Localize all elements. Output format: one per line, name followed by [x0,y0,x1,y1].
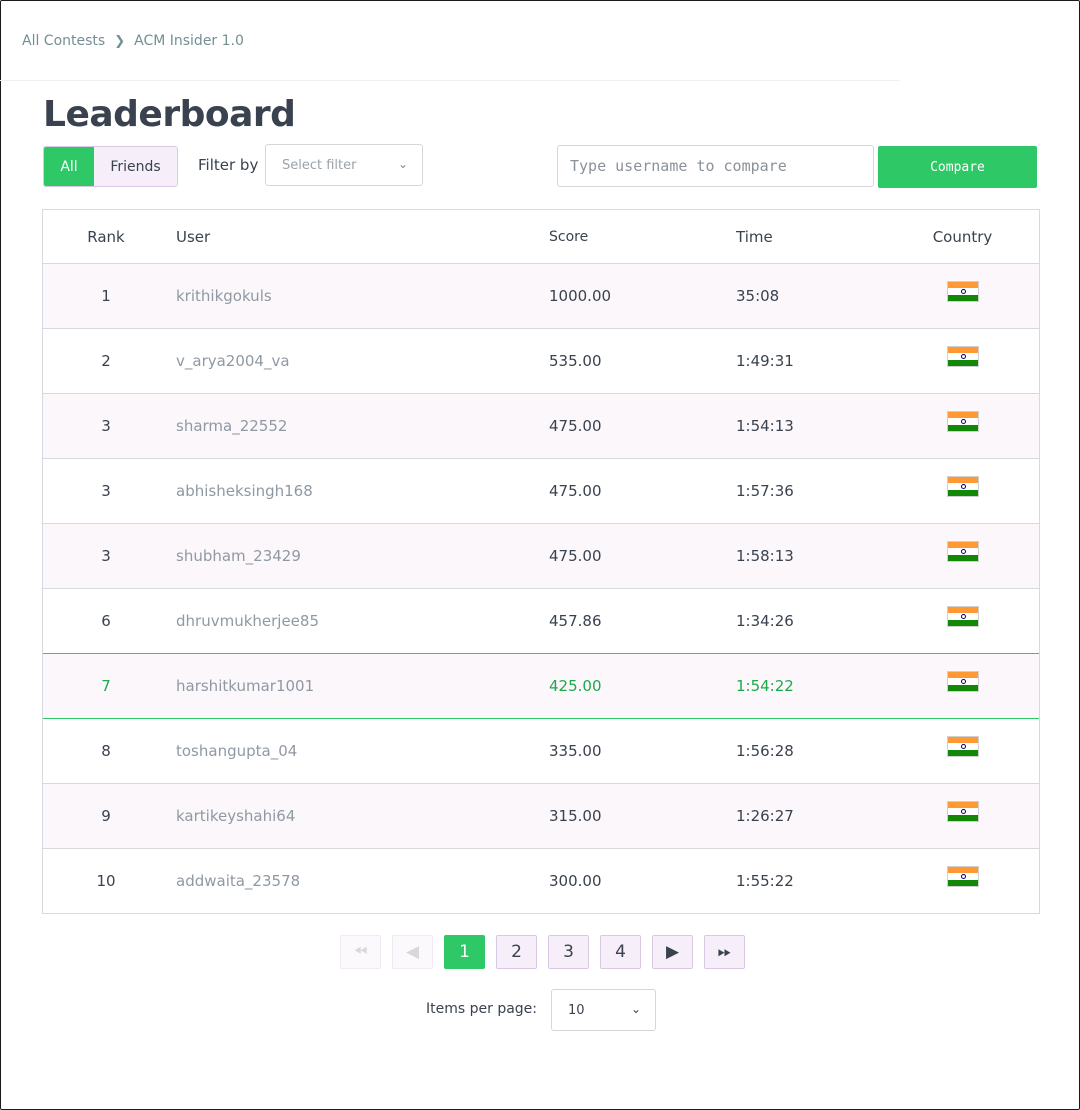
india-flag-icon [946,866,979,887]
india-flag-icon [946,476,979,497]
items-per-page-select[interactable]: 10 ⌄ [551,989,656,1031]
row-rank: 8 [101,742,111,760]
row-score: 535.00 [549,352,602,370]
compare-button[interactable]: Compare [878,146,1037,188]
scope-toggle: All Friends [43,146,178,187]
row-rank: 6 [101,612,111,630]
header-score: Score [549,228,589,245]
row-time: 1:58:13 [736,547,794,565]
row-time: 1:54:13 [736,417,794,435]
row-rank: 1 [101,287,111,305]
row-rank: 7 [101,677,111,695]
pagination: ⏪︎ ◀︎ 1 2 3 4 ▶︎ ⏩︎ [340,935,756,969]
india-flag-icon [946,346,979,367]
chevron-right-icon: ▶︎ [665,942,680,962]
table-row-current-user: 7 harshitkumar1001 425.00 1:54:22 [43,653,1039,719]
india-flag-icon [946,281,979,302]
row-score: 475.00 [549,482,602,500]
row-rank: 3 [101,482,111,500]
chevron-down-icon: ⌄ [630,1002,641,1016]
chevron-down-icon: ⌄ [397,157,408,171]
filter-select-placeholder: Select filter [282,157,357,173]
toggle-friends-button[interactable]: Friends [94,147,177,186]
table-row: 10 addwaita_23578 300.00 1:55:22 [43,849,1039,914]
row-user-link[interactable]: sharma_22552 [169,417,549,435]
india-flag-icon [946,801,979,822]
row-rank: 3 [101,547,111,565]
row-user-link[interactable]: dhruvmukherjee85 [169,612,549,630]
items-per-page-value: 10 [568,1002,585,1018]
row-user-link[interactable]: v_arya2004_va [169,352,549,370]
row-score: 315.00 [549,807,602,825]
row-time: 1:56:28 [736,742,794,760]
header-country: Country [932,227,993,246]
row-score: 457.86 [549,612,602,630]
row-user-link[interactable]: krithikgokuls [169,287,549,305]
table-row: 2 v_arya2004_va 535.00 1:49:31 [43,329,1039,394]
table-row: 6 dhruvmukherjee85 457.86 1:34:26 [43,589,1039,654]
row-time: 1:34:26 [736,612,794,630]
toggle-all-button[interactable]: All [44,147,94,186]
compare-username-input[interactable] [557,145,874,187]
filter-select[interactable]: Select filter ⌄ [265,144,423,186]
row-score: 335.00 [549,742,602,760]
row-score: 300.00 [549,872,602,890]
row-time: 1:26:27 [736,807,794,825]
india-flag-icon [946,541,979,562]
page-button-1[interactable]: 1 [444,935,485,969]
row-user-link[interactable]: harshitkumar1001 [169,677,549,695]
india-flag-icon [946,671,979,692]
last-page-button[interactable]: ⏩︎ [704,935,745,969]
india-flag-icon [946,736,979,757]
filter-label: Filter by [198,156,259,174]
india-flag-icon [946,411,979,432]
row-rank: 9 [101,807,111,825]
row-user-link[interactable]: shubham_23429 [169,547,549,565]
double-chevron-right-icon: ⏩︎ [717,942,732,962]
row-rank: 3 [101,417,111,435]
first-page-button[interactable]: ⏪︎ [340,935,381,969]
row-user-link[interactable]: addwaita_23578 [169,872,549,890]
table-row: 3 shubham_23429 475.00 1:58:13 [43,524,1039,589]
chevron-left-icon: ◀︎ [405,942,420,962]
page-button-2[interactable]: 2 [496,935,537,969]
prev-page-button[interactable]: ◀︎ [392,935,433,969]
page-button-4[interactable]: 4 [600,935,641,969]
row-user-link[interactable]: abhisheksingh168 [169,482,549,500]
row-score: 475.00 [549,417,602,435]
double-chevron-left-icon: ⏪︎ [353,942,368,962]
table-row: 1 krithikgokuls 1000.00 35:08 [43,264,1039,329]
row-rank: 10 [96,872,116,890]
row-time: 1:54:22 [736,677,794,695]
row-time: 1:49:31 [736,352,794,370]
row-time: 35:08 [736,287,780,305]
header-rank: Rank [87,227,125,246]
table-row: 8 toshangupta_04 335.00 1:56:28 [43,719,1039,784]
header-user: User [176,227,211,246]
breadcrumb-divider [0,80,900,81]
table-header: Rank User Score Time Country [43,210,1039,264]
header-time: Time [736,227,773,246]
row-rank: 2 [101,352,111,370]
table-row: 3 sharma_22552 475.00 1:54:13 [43,394,1039,459]
breadcrumb-current[interactable]: ACM Insider 1.0 [134,33,244,49]
row-score: 1000.00 [549,287,612,305]
leaderboard-table: Rank User Score Time Country 1 krithikgo… [42,209,1040,914]
items-per-page-label: Items per page: [426,1001,538,1017]
row-user-link[interactable]: toshangupta_04 [169,742,549,760]
page-title: Leaderboard [43,94,296,135]
row-time: 1:55:22 [736,872,794,890]
india-flag-icon [946,606,979,627]
row-score: 425.00 [549,677,602,695]
table-row: 3 abhisheksingh168 475.00 1:57:36 [43,459,1039,524]
row-time: 1:57:36 [736,482,794,500]
next-page-button[interactable]: ▶︎ [652,935,693,969]
row-user-link[interactable]: kartikeyshahi64 [169,807,549,825]
breadcrumb-all-contests[interactable]: All Contests [22,33,105,49]
page-button-3[interactable]: 3 [548,935,589,969]
row-score: 475.00 [549,547,602,565]
chevron-right-icon: ❯ [114,33,126,49]
breadcrumb: All Contests ❯ ACM Insider 1.0 [22,33,244,49]
table-row: 9 kartikeyshahi64 315.00 1:26:27 [43,784,1039,849]
